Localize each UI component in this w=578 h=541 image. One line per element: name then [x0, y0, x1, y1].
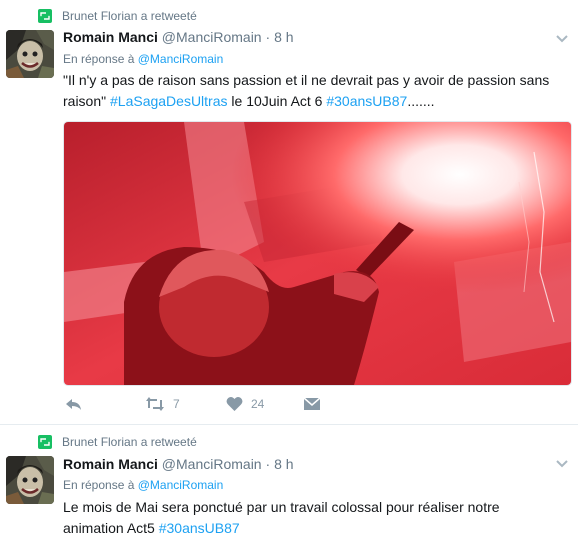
- reply-button[interactable]: [65, 396, 91, 412]
- tweet-text-part: .......: [407, 93, 435, 109]
- retweet-icon: [38, 435, 52, 449]
- tweet-text: Le mois de Mai sera ponctué par un trava…: [63, 497, 563, 539]
- tweet-2[interactable]: Brunet Florian a retweeté Romain Manci @…: [0, 425, 578, 541]
- retweet-context: Brunet Florian a retweeté: [38, 434, 197, 450]
- reply-prefix: En réponse à: [63, 478, 135, 492]
- tweet-time[interactable]: 8 h: [274, 29, 293, 45]
- retweet-icon: [38, 9, 52, 23]
- chevron-down-icon[interactable]: [554, 455, 570, 471]
- like-button[interactable]: 24: [226, 396, 264, 412]
- heart-icon: [226, 396, 243, 411]
- author-handle[interactable]: @ManciRomain: [162, 456, 262, 472]
- retweet-context: Brunet Florian a retweeté: [38, 8, 197, 24]
- tweet-text-part: Le mois de Mai sera ponctué par un trava…: [63, 499, 500, 536]
- hashtag-link[interactable]: #30ansUB87: [326, 93, 407, 109]
- direct-message-button[interactable]: [303, 396, 321, 412]
- tweet-text-part: le 10Juin Act 6: [227, 93, 327, 109]
- tweet-photo[interactable]: [63, 121, 572, 386]
- retweet-count: 7: [173, 397, 180, 411]
- tweet-time[interactable]: 8 h: [274, 456, 293, 472]
- envelope-icon: [303, 397, 321, 410]
- separator-dot: ·: [265, 456, 271, 472]
- chevron-down-icon[interactable]: [554, 30, 570, 46]
- retweet-button[interactable]: 7: [145, 396, 180, 412]
- avatar[interactable]: [6, 456, 54, 504]
- retweeter-label: Brunet Florian a retweeté: [62, 435, 197, 449]
- hashtag-link[interactable]: #30ansUB87: [159, 520, 240, 536]
- reply-context: En réponse à @ManciRomain: [63, 478, 223, 492]
- tweet-header: Romain Manci @ManciRomain · 8 h: [63, 456, 294, 472]
- reply-icon: [66, 399, 81, 410]
- reply-handle-link[interactable]: @ManciRomain: [138, 478, 224, 492]
- reply-context: En réponse à @ManciRomain: [63, 52, 223, 66]
- like-count: 24: [251, 397, 265, 411]
- retweeter-label: Brunet Florian a retweeté: [62, 9, 197, 23]
- tweet-actions: 7 24: [63, 396, 363, 416]
- separator-dot: ·: [265, 29, 271, 45]
- tweet-header: Romain Manci @ManciRomain · 8 h: [63, 29, 294, 45]
- avatar[interactable]: [6, 30, 54, 78]
- hashtag-link[interactable]: #LaSagaDesUltras: [110, 93, 228, 109]
- reply-prefix: En réponse à: [63, 52, 135, 66]
- reply-handle-link[interactable]: @ManciRomain: [138, 52, 224, 66]
- tweet-1[interactable]: Brunet Florian a retweeté Romain Manci @…: [0, 0, 578, 425]
- author-handle[interactable]: @ManciRomain: [162, 29, 262, 45]
- tweet-text: "Il n'y a pas de raison sans passion et …: [63, 70, 563, 112]
- author-name[interactable]: Romain Manci: [63, 29, 158, 45]
- retweet-icon: [146, 397, 164, 411]
- author-name[interactable]: Romain Manci: [63, 456, 158, 472]
